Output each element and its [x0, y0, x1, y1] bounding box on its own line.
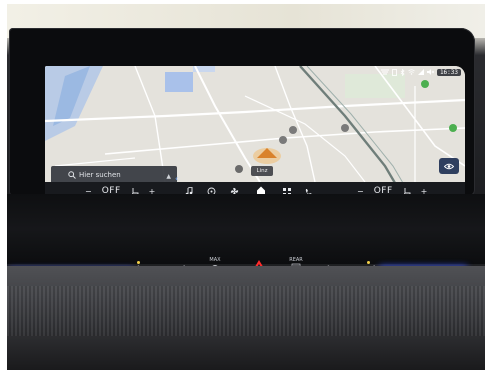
no-data-icon	[380, 69, 389, 74]
clock: 16:33	[436, 68, 461, 76]
search-placeholder: Hier suchen	[79, 171, 121, 179]
map-view-button[interactable]	[439, 158, 459, 174]
idrive-screen: 16:33 Hier suchen ▲ ‹ Linz − OFF + − OFF…	[45, 66, 465, 200]
battery-icon	[392, 68, 397, 76]
car-photo: 16:33 Hier suchen ▲ ‹ Linz − OFF + − OFF…	[7, 4, 485, 370]
bluetooth-icon	[400, 68, 405, 76]
fabric-texture	[7, 286, 485, 336]
mute-icon	[426, 69, 434, 75]
signal-icon	[417, 69, 424, 75]
chevron-up-icon[interactable]: ▲	[166, 173, 171, 180]
place-label: Linz	[251, 166, 273, 176]
right-scale-indicator	[367, 261, 370, 264]
dashboard-fabric	[7, 266, 485, 370]
climate-panel: 0 1 MAX REAR 0 1	[7, 194, 485, 273]
search-icon	[68, 171, 76, 179]
status-bar: 16:33	[380, 67, 461, 77]
display-bezel: 16:33 Hier suchen ▲ ‹ Linz − OFF + − OFF…	[9, 28, 475, 200]
wifi-icon	[408, 69, 415, 75]
left-scale-indicator	[137, 261, 140, 264]
eye-icon	[444, 163, 454, 169]
